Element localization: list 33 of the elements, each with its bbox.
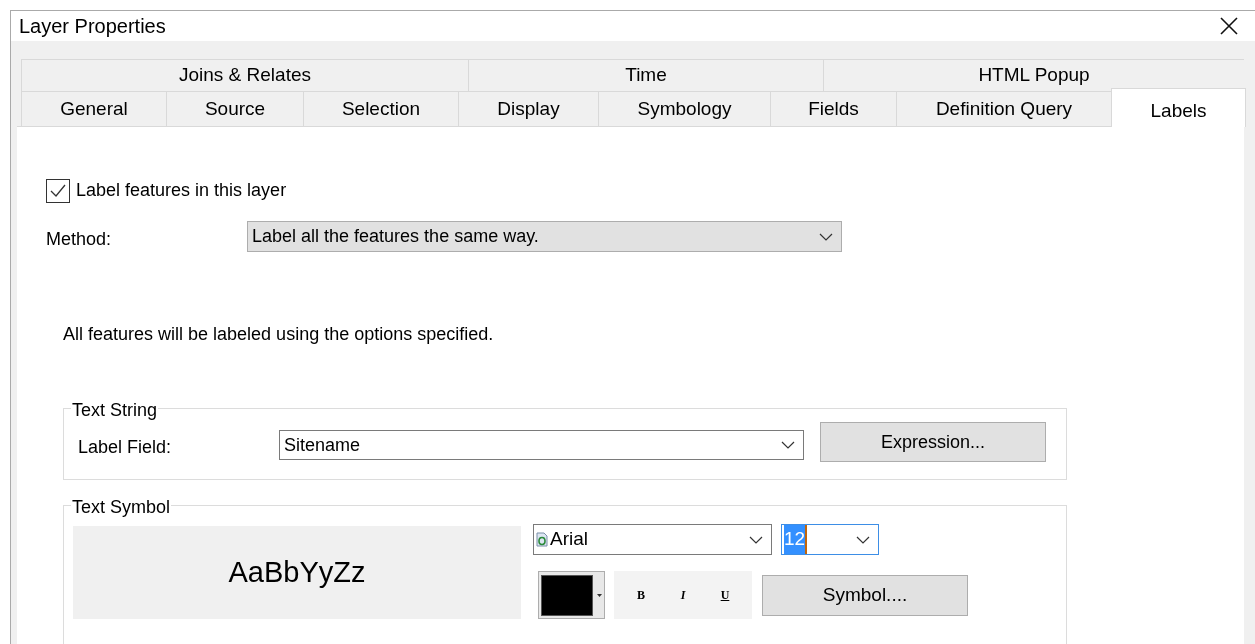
chevron-down-icon: [819, 232, 833, 241]
tab[interactable]: Fields: [770, 91, 896, 126]
description-text: All features will be labeled using the options specified.: [63, 323, 495, 346]
font-icon: [536, 532, 548, 547]
tab[interactable]: HTML Popup: [823, 59, 1244, 91]
field-label: Label Field:: [78, 435, 173, 459]
tab[interactable]: Selection: [303, 91, 458, 126]
checkbox[interactable]: [46, 178, 70, 203]
expression-button[interactable]: Expression...: [820, 422, 1046, 462]
chevron-down-icon: [749, 535, 763, 544]
tab[interactable]: Joins & Relates: [21, 59, 468, 91]
color-picker[interactable]: [538, 571, 605, 619]
window-title: Layer Properties: [19, 14, 166, 39]
preview-panel: AaBbYyZz: [73, 526, 521, 619]
font-dropdown[interactable]: Arial: [533, 524, 772, 555]
tab[interactable]: Source: [166, 91, 303, 126]
tab[interactable]: Labels: [1111, 88, 1246, 127]
caret-icon: [597, 593, 602, 597]
chevron-down-icon: [856, 535, 870, 544]
style-button[interactable]: B: [629, 586, 653, 604]
method-label: Method:: [46, 228, 113, 251]
checkbox-label: Label features in this layer: [76, 179, 287, 202]
tab[interactable]: Time: [468, 59, 823, 91]
tab[interactable]: General: [21, 91, 166, 126]
tab[interactable]: Symbology: [598, 91, 770, 126]
symbol-button[interactable]: Symbol....: [762, 575, 968, 616]
label-field-dropdown[interactable]: Sitename: [279, 430, 804, 460]
chevron-down-icon: [781, 441, 795, 449]
style-button[interactable]: U: [713, 586, 737, 604]
style-button[interactable]: I: [671, 586, 695, 604]
tab[interactable]: Display: [458, 91, 598, 126]
tab[interactable]: Definition Query: [896, 91, 1111, 126]
method-dropdown[interactable]: Label all the features the same way.: [247, 221, 842, 252]
